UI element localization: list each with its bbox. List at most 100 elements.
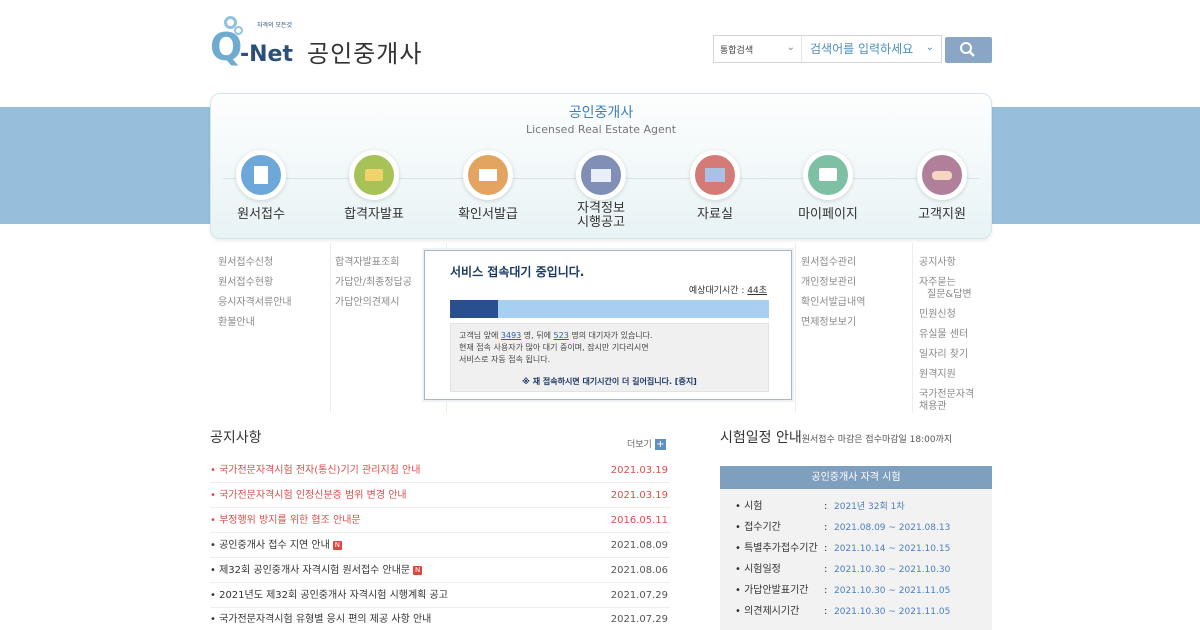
qnet-logo[interactable]: Q -Net 자격의 모든것	[210, 14, 300, 74]
main-nav-panel: 공인중개사 Licensed Real Estate Agent 원서접수 합격…	[210, 93, 992, 239]
notice-title: • 2021년도 제32회 공인중개사 자격시험 시행계획 공고	[210, 590, 448, 601]
submenu-item[interactable]: 공지사항	[919, 253, 974, 273]
notice-row[interactable]: • 공인중개사 접수 지연 안내 N 2021.08.09	[210, 534, 670, 558]
submenu-item[interactable]: 자주묻는	[919, 273, 974, 289]
monitor-icon	[803, 150, 853, 200]
nav-label: 마이페이지	[798, 207, 858, 222]
separator: :	[824, 501, 828, 512]
wait-info-box: 고객님 앞에 3493 명, 뒤에 523 명의 대기자가 있습니다. 현재 접…	[450, 323, 769, 392]
notice-row[interactable]: • 부정행위 방지를 위한 협조 안내문 2016.05.11	[210, 509, 670, 533]
notice-title: • 공인중개사 접수 지연 안내 N	[210, 540, 342, 551]
queue-info-line: 현재 접속 사용자가 많아 대기 중이며, 잠시만 기다리시면	[459, 343, 649, 352]
logo-slogan: 자격의 모든것	[257, 22, 293, 29]
search-button[interactable]	[945, 37, 992, 63]
notice-date: 2016.05.11	[610, 515, 668, 526]
notice-date: 2021.07.29	[610, 614, 668, 625]
submenu-item[interactable]: 가답안의견제시	[335, 293, 412, 313]
printer-icon	[463, 150, 513, 200]
separator: :	[824, 522, 828, 533]
search-input[interactable]	[804, 36, 940, 62]
schedule-row: • 접수기간:2021.08.09 ~ 2021.08.13	[720, 518, 992, 538]
more-label: 더보기	[627, 440, 652, 450]
nav-label: 자료실	[697, 207, 733, 222]
queue-text: 명, 뒤에	[521, 331, 554, 340]
nav-label: 확인서발급	[458, 207, 518, 222]
schedule-key: • 특별추가접수기간	[735, 543, 818, 554]
folder-icon	[690, 150, 740, 200]
document-icon	[236, 150, 286, 200]
search-scope-select[interactable]: 통합검색 ⌄	[714, 36, 802, 62]
queue-status-line: 고객님 앞에 3493 명, 뒤에 523 명의 대기자가 있습니다.	[459, 330, 760, 342]
schedule-key: • 시험일정	[735, 564, 781, 575]
schedule-row: • 시험:2021년 32회 1차	[720, 497, 992, 517]
waiting-modal: 서비스 접속대기 중입니다. 예상대기시간 : 44초 고객님 앞에 3493 …	[424, 250, 792, 400]
submenu-item[interactable]: 응시자격서류안내	[218, 293, 292, 313]
notice-row[interactable]: • 국가전문자격시험 인정신분증 범위 변경 안내 2021.03.19	[210, 484, 670, 508]
queue-behind-count: 523	[553, 331, 569, 340]
submenu-item[interactable]: 민원신청	[919, 305, 974, 325]
megaphone-icon	[349, 150, 399, 200]
notice-title: • 국가전문자격시험 인정신분증 범위 변경 안내	[210, 490, 407, 501]
notice-title: • 국가전문자격시험 유형별 응시 편의 제공 사항 안내	[210, 614, 432, 625]
separator: :	[824, 606, 828, 617]
notice-row[interactable]: • 국가전문자격시험 전자(통신)기기 관리지침 안내 2021.03.19	[210, 459, 670, 483]
search-bar: 통합검색 ⌄ ⌄	[713, 35, 942, 63]
modal-title: 서비스 접속대기 중입니다.	[450, 265, 585, 279]
nav-mypage[interactable]: 마이페이지	[778, 150, 878, 240]
schedule-value: 2021.08.09 ~ 2021.08.13	[834, 523, 951, 533]
nav-label: 자격정보 시행공고	[577, 201, 625, 230]
submenu-item[interactable]: 원서접수신청	[218, 253, 292, 273]
submenu-item[interactable]: 면제정보보기	[801, 313, 865, 333]
submenu-item[interactable]: 개인정보관리	[801, 273, 865, 293]
nav-certificate[interactable]: 확인서발급	[438, 150, 538, 240]
separator: :	[824, 585, 828, 596]
submenu-item[interactable]: 합격자발표조회	[335, 253, 412, 273]
submenu-item[interactable]: 원격지원	[919, 365, 974, 385]
site-title[interactable]: 공인중개사	[307, 34, 422, 69]
submenu-item[interactable]: 채용관	[919, 401, 974, 413]
submenu-item[interactable]: 원서접수관리	[801, 253, 865, 273]
schedule-key: • 시험	[735, 501, 763, 512]
submenu-divider	[912, 243, 913, 413]
logo-text: -Net	[240, 42, 293, 67]
schedule-value: 2021.10.30 ~ 2021.10.30	[834, 565, 951, 575]
notice-title: • 국가전문자격시험 전자(통신)기기 관리지침 안내	[210, 465, 421, 476]
notice-row[interactable]: • 제32회 공인중개사 자격시험 원서접수 안내문 N 2021.08.06	[210, 559, 670, 583]
nav-resources[interactable]: 자료실	[665, 150, 765, 240]
schedule-heading: 시험일정 안내	[720, 430, 802, 446]
nav-label: 합격자발표	[344, 207, 404, 222]
notices-more-link[interactable]: 더보기 +	[627, 437, 666, 450]
notice-row[interactable]: • 2021년도 제32회 공인중개사 자격시험 시행계획 공고 2021.07…	[210, 584, 670, 608]
nav-exam-info[interactable]: 자격정보 시행공고	[551, 150, 651, 240]
submenu-item[interactable]: 환불안내	[218, 313, 292, 333]
reconnect-warning[interactable]: ※ 재 접속하시면 대기시간이 더 길어집니다. [중지]	[451, 376, 768, 388]
submenu-item[interactable]: 가답안/최종정답공	[335, 273, 412, 293]
estimated-wait: 예상대기시간 : 44초	[689, 283, 767, 296]
handshake-icon	[917, 150, 967, 200]
schedule-table: • 시험:2021년 32회 1차 • 접수기간:2021.08.09 ~ 20…	[720, 489, 992, 630]
notice-title: • 부정행위 방지를 위한 협조 안내문	[210, 515, 361, 526]
submenu-item[interactable]: 확인서발급내역	[801, 293, 865, 313]
submenu-divider	[795, 243, 796, 413]
chevron-down-icon[interactable]: ⌄	[926, 42, 934, 53]
notice-date: 2021.03.19	[610, 490, 668, 501]
schedule-value: 2021년 32회 1차	[834, 502, 905, 512]
notice-row[interactable]: • 국가전문자격시험 유형별 응시 편의 제공 사항 안내 2021.07.29	[210, 608, 670, 630]
notices-title: 공지사항	[210, 430, 262, 446]
submenu-item[interactable]: 유실물 센터	[919, 325, 974, 345]
chevron-down-icon: ⌄	[786, 42, 795, 53]
submenu-item[interactable]: 질문&답변	[919, 289, 974, 305]
nav-results[interactable]: 합격자발표	[324, 150, 424, 240]
notice-date: 2021.08.06	[610, 565, 668, 576]
nav-application[interactable]: 원서접수	[211, 150, 311, 240]
schedule-value: 2021.10.30 ~ 2021.11.05	[834, 586, 951, 596]
submenu-item[interactable]: 일자리 찾기	[919, 345, 974, 365]
schedule-key: • 의견제시기간	[735, 606, 800, 617]
wait-label: 예상대기시간 :	[688, 286, 748, 296]
panel-title: 공인중개사	[568, 105, 634, 121]
nav-support[interactable]: 고객지원	[892, 150, 992, 240]
submenu-item[interactable]: 국가전문자격	[919, 385, 974, 401]
schedule-title: 시험일정 안내원서접수 마감은 접수마감일 18:00까지	[720, 427, 952, 447]
submenu-support: 공지사항 자주묻는 질문&답변 민원신청 유실물 센터 일자리 찾기 원격지원 …	[919, 253, 974, 413]
submenu-item[interactable]: 원서접수현황	[218, 273, 292, 293]
